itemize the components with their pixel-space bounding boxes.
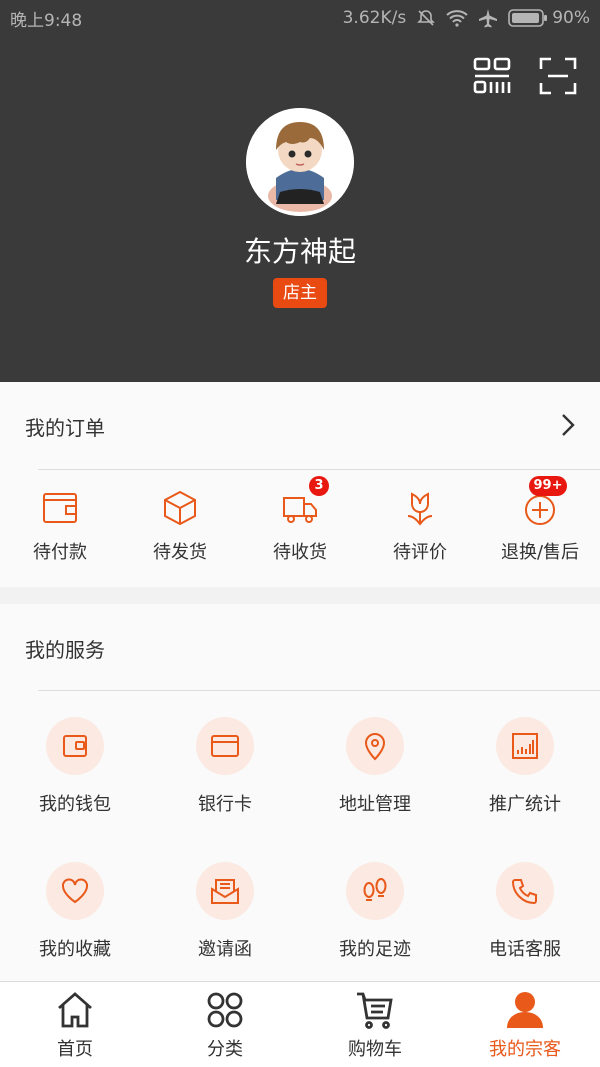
service-favorites[interactable]: 我的收藏 — [0, 862, 150, 972]
service-label: 我的足迹 — [339, 939, 411, 960]
order-label: 待发货 — [153, 542, 207, 563]
order-label: 退换/售后 — [500, 542, 580, 563]
stats-icon — [496, 717, 554, 775]
service-wallet[interactable]: 我的钱包 — [0, 717, 150, 827]
service-label: 邀请函 — [198, 939, 252, 960]
services-section: 我的服务 我的钱包 银行卡 地址管理 推广统计 我的收藏 邀请函 我的足迹 电话… — [0, 604, 600, 981]
service-bank-card[interactable]: 银行卡 — [150, 717, 300, 827]
wallet-icon — [46, 717, 104, 775]
tab-cart[interactable]: 购物车 — [300, 982, 450, 1067]
status-bar: 晚上9:48 3.62K/s 90% — [0, 0, 600, 36]
order-pending-review[interactable]: 待评价 — [360, 490, 480, 570]
battery-indicator: 90% — [508, 8, 590, 28]
footprints-icon — [346, 862, 404, 920]
service-address[interactable]: 地址管理 — [300, 717, 450, 827]
orders-title: 我的订单 — [25, 416, 105, 440]
qr-code-icon[interactable] — [472, 56, 512, 96]
order-label: 待评价 — [393, 542, 447, 563]
envelope-icon — [196, 862, 254, 920]
count-badge: 99+ — [529, 476, 567, 496]
wallet-icon — [42, 490, 78, 526]
count-badge: 3 — [309, 476, 329, 496]
battery-level: 90% — [552, 8, 590, 28]
tab-category[interactable]: 分类 — [150, 982, 300, 1067]
status-time: 晚上9:48 — [10, 10, 83, 31]
home-icon — [55, 990, 95, 1030]
chevron-right-icon[interactable] — [560, 412, 576, 442]
service-invitation[interactable]: 邀请函 — [150, 862, 300, 972]
tab-profile[interactable]: 我的宗客 — [450, 982, 600, 1067]
profile-header: 东方神起 店主 — [0, 36, 600, 382]
order-label: 待付款 — [33, 542, 87, 563]
tab-label: 首页 — [57, 1039, 93, 1060]
service-stats[interactable]: 推广统计 — [450, 717, 600, 827]
divider — [38, 469, 600, 470]
divider — [38, 690, 600, 691]
order-pending-shipment[interactable]: 待发货 — [120, 490, 240, 570]
service-label: 电话客服 — [489, 939, 561, 960]
order-label: 待收货 — [273, 542, 327, 563]
category-icon — [205, 990, 245, 1030]
network-speed: 3.62K/s — [342, 8, 407, 28]
cart-icon — [355, 990, 395, 1030]
avatar[interactable] — [246, 108, 354, 216]
location-pin-icon — [346, 717, 404, 775]
service-label: 我的钱包 — [39, 794, 111, 815]
scan-icon[interactable] — [538, 56, 578, 96]
order-pending-receipt[interactable]: 3 待收货 — [240, 476, 360, 570]
service-phone-support[interactable]: 电话客服 — [450, 862, 600, 972]
bank-card-icon — [196, 717, 254, 775]
battery-icon — [508, 9, 548, 27]
order-pending-payment[interactable]: 待付款 — [0, 490, 120, 570]
service-label: 地址管理 — [339, 794, 411, 815]
person-icon — [505, 990, 545, 1030]
bottom-tab-bar: 首页 分类 购物车 我的宗客 — [0, 981, 600, 1067]
airplane-icon — [478, 8, 498, 28]
service-label: 推广统计 — [489, 794, 561, 815]
truck-icon — [282, 490, 318, 526]
heart-icon — [46, 862, 104, 920]
services-title: 我的服务 — [25, 638, 105, 662]
tab-home[interactable]: 首页 — [0, 982, 150, 1067]
flower-icon — [402, 490, 438, 526]
service-label: 银行卡 — [198, 794, 252, 815]
wifi-icon — [446, 9, 468, 27]
role-badge: 店主 — [273, 278, 327, 308]
phone-icon — [496, 862, 554, 920]
status-indicators: 3.62K/s 90% — [343, 8, 590, 28]
mute-alarm-icon — [416, 8, 436, 28]
username: 东方神起 — [243, 235, 356, 268]
service-label: 我的收藏 — [39, 939, 111, 960]
tab-label: 购物车 — [348, 1039, 402, 1060]
orders-section: 我的订单 待付款 待发货 3 待收货 待评价 99+ 退换/售后 — [0, 382, 600, 587]
tab-label: 我的宗客 — [489, 1039, 561, 1060]
order-after-sales[interactable]: 99+ 退换/售后 — [480, 476, 600, 570]
box-icon — [162, 490, 198, 526]
service-footprints[interactable]: 我的足迹 — [300, 862, 450, 972]
tab-label: 分类 — [207, 1039, 243, 1060]
